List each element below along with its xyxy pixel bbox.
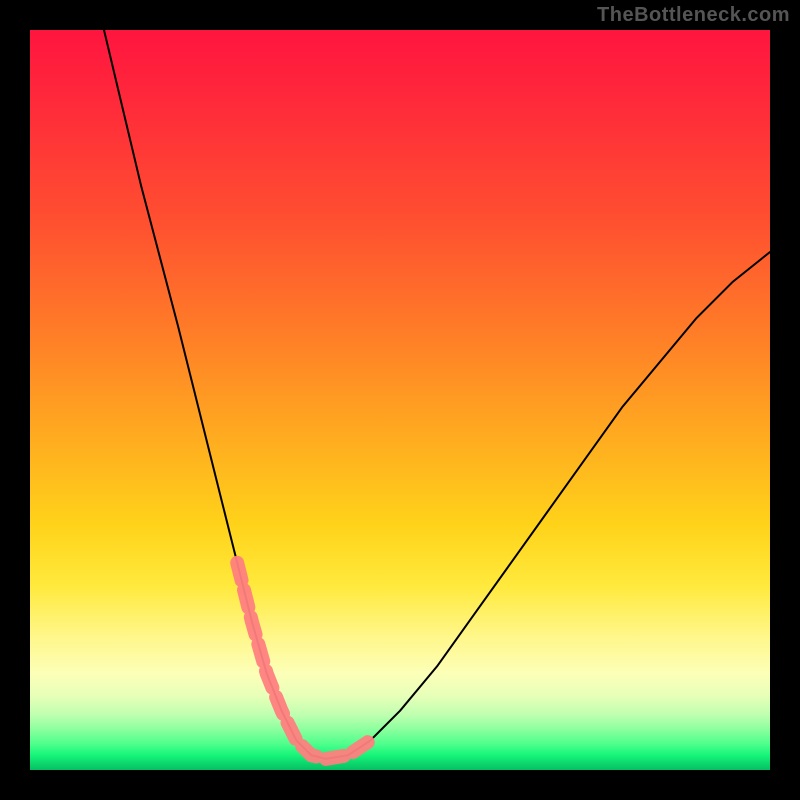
attribution-text: TheBottleneck.com (597, 4, 790, 27)
chart-frame: TheBottleneck.com (0, 0, 800, 800)
curve-line (104, 30, 770, 759)
optimal-range-markers (237, 563, 370, 759)
bottleneck-curve (30, 30, 770, 770)
plot-area (30, 30, 770, 770)
